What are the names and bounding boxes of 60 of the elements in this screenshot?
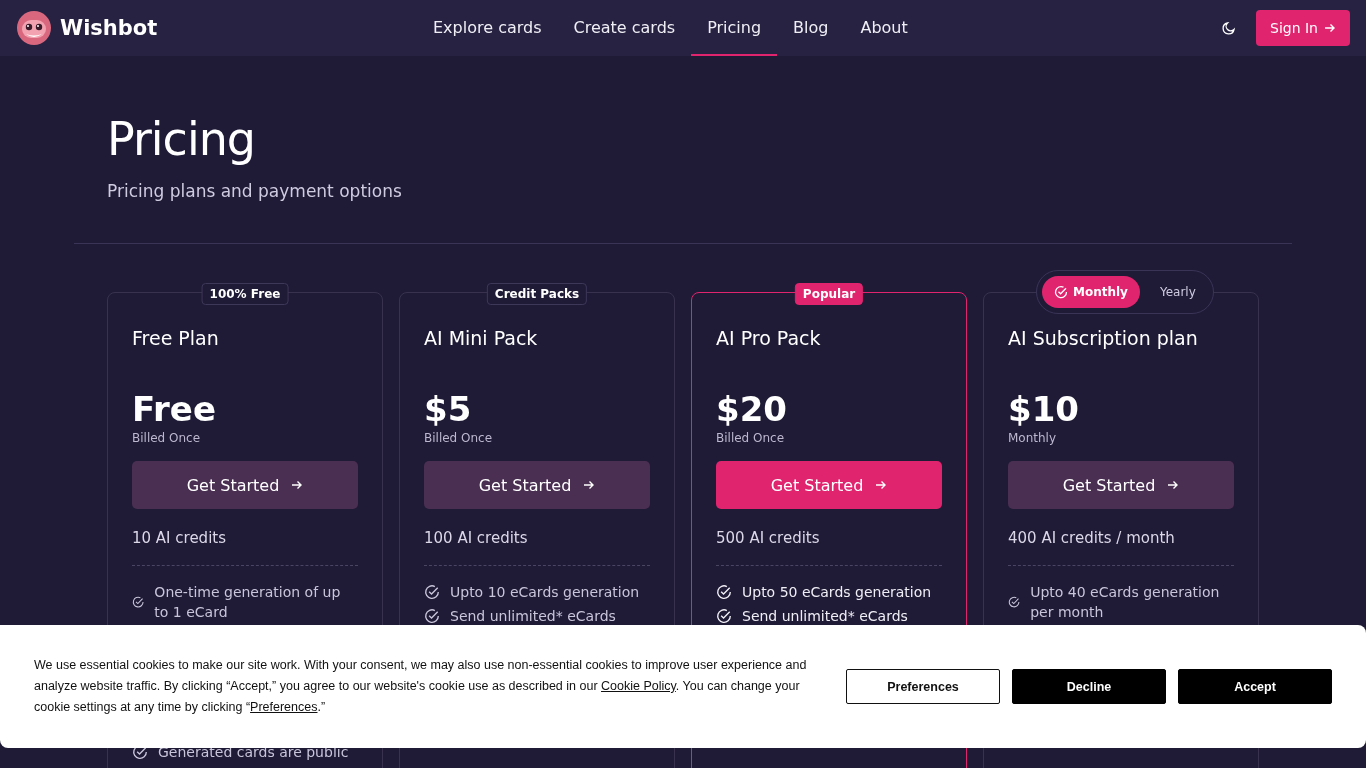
cookie-notice: We use essential cookies to make our site work. With your consent, we may also use non-essential cookies to improve user experience and analyze website traffic. By clicking “Accept,” you agree to our website's cookie use as described in our Cookie Policy. You can change your cookie settings at any time by clicking “Preferences.” — [34, 657, 808, 716]
credits-amount: 500 AI credits — [716, 529, 821, 547]
feature-text: Upto 10 eCards generation — [450, 583, 640, 602]
nav-link[interactable]: Pricing — [691, 0, 778, 56]
feature-text: Send unlimited* eCards — [742, 607, 908, 626]
get-started-button[interactable]: Get Started — [1008, 461, 1234, 509]
plan-price: $10 — [1008, 389, 1080, 429]
credits-amount: 100 AI credits — [424, 529, 529, 547]
arrow-right-icon — [291, 479, 304, 491]
robot-face-logo-icon[interactable] — [16, 10, 52, 46]
brand-name[interactable]: Wishbot — [60, 16, 158, 40]
moon-icon[interactable] — [1222, 21, 1236, 35]
feature-text: Upto 50 eCards generation — [742, 583, 932, 602]
get-started-button[interactable]: Get Started — [424, 461, 650, 509]
nav-link[interactable]: Explore cards — [417, 0, 558, 56]
cookie-button[interactable]: Preferences — [846, 669, 1000, 704]
check-circle-icon — [1008, 594, 1021, 610]
arrow-right-icon — [1324, 22, 1336, 34]
arrow-right-icon — [583, 479, 596, 491]
plan-price: $20 — [716, 389, 788, 429]
credits-amount: 10 AI credits — [132, 529, 227, 547]
cookie-policy-link[interactable]: Cookie Policy — [601, 679, 676, 693]
check-circle-icon — [132, 594, 145, 610]
plan-price: Free — [132, 389, 217, 429]
cookie-button[interactable]: Decline — [1012, 669, 1166, 704]
page-title: Pricing — [107, 111, 257, 167]
arrow-right-icon — [875, 479, 888, 491]
feature-text: One-time generation of up to 1 eCard — [154, 583, 342, 622]
nav-link[interactable]: About — [844, 0, 924, 56]
check-circle-icon — [424, 584, 440, 600]
billing-period: Billed Once — [716, 431, 786, 445]
check-circle-icon — [716, 584, 732, 600]
feature-text: Upto 40 eCards generation per month — [1030, 583, 1221, 622]
sign-in-button[interactable]: Sign In — [1256, 10, 1350, 46]
billing-period: Monthly — [1008, 431, 1058, 445]
billing-option[interactable]: Monthly — [1042, 276, 1140, 308]
plan-badge: 100% Free — [201, 283, 289, 305]
cookie-button[interactable]: Accept — [1178, 669, 1332, 704]
get-started-button[interactable]: Get Started — [132, 461, 358, 509]
credits-amount: 400 AI credits / month — [1008, 529, 1176, 547]
plan-name: AI Pro Pack — [716, 327, 822, 351]
billing-option[interactable]: Yearly — [1147, 276, 1208, 308]
plan-name: Free Plan — [132, 327, 220, 351]
check-circle-icon — [424, 608, 440, 624]
billing-period: Billed Once — [132, 431, 202, 445]
check-circle-icon — [716, 608, 732, 624]
get-started-button[interactable]: Get Started — [716, 461, 942, 509]
nav-link[interactable]: Blog — [777, 0, 845, 56]
feature-text: Send unlimited* eCards — [450, 607, 616, 626]
billing-period: Billed Once — [424, 431, 494, 445]
arrow-right-icon — [1167, 479, 1180, 491]
plan-badge: Popular — [794, 283, 864, 305]
plan-price: $5 — [424, 389, 473, 429]
plan-badge: Credit Packs — [486, 283, 588, 305]
page-subtitle: Pricing plans and payment options — [107, 181, 403, 201]
plan-name: AI Subscription plan — [1008, 327, 1199, 351]
check-circle-icon — [1054, 285, 1068, 299]
nav-link[interactable]: Create cards — [557, 0, 692, 56]
preferences-link[interactable]: Preferences — [250, 700, 318, 714]
plan-name: AI Mini Pack — [424, 327, 539, 351]
